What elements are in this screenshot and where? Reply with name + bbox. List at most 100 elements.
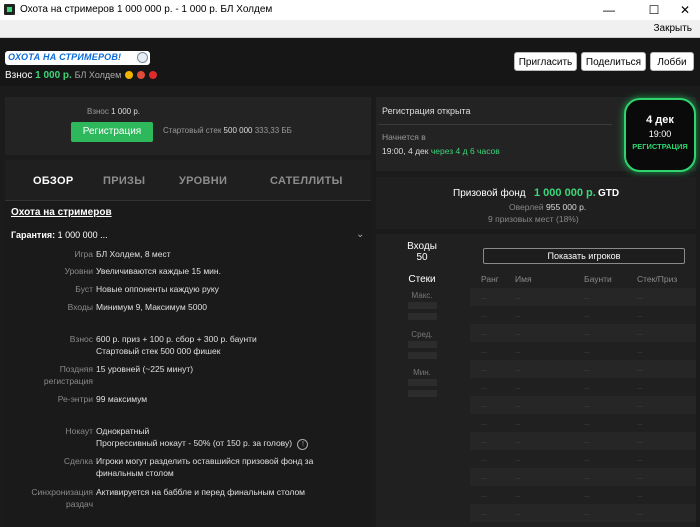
table-cell: ... [584, 294, 590, 301]
detail-value-boost: Новые оппоненты каждую руку [96, 284, 219, 294]
minimize-button[interactable]: — [594, 1, 624, 19]
table-cell: ... [481, 420, 487, 427]
table-cell: ... [584, 420, 590, 427]
invite-button[interactable]: Пригласить [514, 52, 577, 71]
entries-block: Входы 50 [376, 241, 468, 263]
window-title: Охота на стримеров 1 000 000 р. - 1 000 … [20, 4, 273, 15]
table-row: ............ [470, 342, 696, 360]
col-bounty[interactable]: Баунти [584, 274, 612, 284]
table-cell: ... [481, 294, 487, 301]
detail-value-fee-stack: Стартовый стек 500 000 фишек [96, 346, 221, 356]
table-cell: ... [637, 402, 643, 409]
tab-overview[interactable]: ОБЗОР [33, 175, 73, 187]
table-cell: ... [637, 474, 643, 481]
detail-key-entries: Входы [67, 302, 93, 312]
table-cell: ... [515, 348, 521, 355]
badge-label: РЕГИСТРАЦИЯ [632, 142, 688, 151]
guarantee-value: 1 000 000 ... [57, 230, 108, 240]
close-link[interactable]: Закрыть [653, 23, 692, 34]
register-button[interactable]: Регистрация [71, 122, 153, 142]
table-cell: ... [481, 348, 487, 355]
start-relative: через 4 д 6 часов [430, 146, 500, 156]
table-cell: ... [481, 312, 487, 319]
table-cell: ... [584, 366, 590, 373]
detail-key-fee: Взнос [69, 334, 93, 344]
stack-bb: 333,33 ББ [254, 126, 292, 135]
detail-value-reentry: 99 максимум [96, 394, 148, 404]
close-window-button[interactable]: ✕ [670, 1, 700, 19]
stack-min-bar-2 [408, 390, 437, 397]
starting-stack: Стартовый стек 500 000 333,33 ББ [163, 126, 292, 135]
detail-key-sync-2: раздач [66, 499, 93, 509]
tab-satellites[interactable]: САТЕЛЛИТЫ [270, 175, 343, 187]
table-row: ............ [470, 450, 696, 468]
table-cell: ... [637, 384, 643, 391]
detail-key-deal: Сделка [63, 456, 93, 466]
col-name[interactable]: Имя [515, 274, 532, 284]
table-cell: ... [584, 510, 590, 517]
table-cell: ... [515, 366, 521, 373]
badge-time: 19:00 [648, 129, 672, 139]
table-row: ............ [470, 468, 696, 486]
table-cell: ... [584, 474, 590, 481]
entries-value: 50 [416, 252, 428, 263]
detail-key-boost: Буст [75, 284, 93, 294]
registration-panel: Взнос 1 000 р. Регистрация Стартовый сте… [5, 97, 371, 155]
chevron-down-icon[interactable]: ⌄ [356, 229, 364, 240]
prize-amount: 1 000 000 р. [534, 187, 596, 199]
status-divider [378, 124, 612, 125]
col-rank[interactable]: Ранг [481, 274, 499, 284]
registration-badge[interactable]: 4 дек 19:00 РЕГИСТРАЦИЯ [624, 98, 696, 172]
table-cell: ... [584, 402, 590, 409]
table-row: ............ [470, 486, 696, 504]
buyin-label: Взнос [5, 70, 33, 81]
starts-label: Начнется в [382, 132, 426, 142]
tab-levels[interactable]: УРОВНИ [179, 175, 227, 187]
table-cell: ... [481, 402, 487, 409]
window-titlebar: Охота на стримеров 1 000 000 р. - 1 000 … [0, 0, 700, 20]
table-cell: ... [584, 312, 590, 319]
stack-label: Стартовый стек [163, 126, 222, 135]
turbo-chip-icon [148, 71, 157, 79]
tab-prizes[interactable]: ПРИЗЫ [103, 175, 145, 187]
detail-value-deal-2: финальным столом [96, 468, 174, 478]
table-cell: ... [584, 492, 590, 499]
logo-text: ОХОТА НА СТРИМЕРОВ! [8, 52, 122, 62]
table-row: ............ [470, 288, 696, 306]
table-cell: ... [481, 330, 487, 337]
detail-value-knockout-text: Прогрессивный нокаут - 50% (от 150 р. за… [96, 438, 293, 448]
buyin-summary: Взнос 1 000 р. БЛ Холдем [5, 70, 157, 81]
menubar: Закрыть [0, 20, 700, 38]
table-row: ............ [470, 324, 696, 342]
guarantee-row[interactable]: Гарантия: 1 000 000 ... [11, 230, 108, 240]
table-row: ............ [470, 396, 696, 414]
entries-label: Входы [407, 241, 437, 252]
table-cell: ... [481, 474, 487, 481]
overview-title: Охота на стримеров [11, 207, 112, 218]
detail-key-late-reg-2: регистрация [43, 376, 93, 386]
prize-gtd: GTD [598, 188, 620, 199]
table-cell: ... [637, 510, 643, 517]
tournament-logo: ОХОТА НА СТРИМЕРОВ! [5, 51, 150, 65]
table-row: ............ [470, 306, 696, 324]
share-button[interactable]: Поделиться [581, 52, 646, 71]
overlay-value: 955 000 р. [546, 202, 587, 212]
col-stack-prize[interactable]: Стек/Приз [637, 274, 677, 284]
detail-key-sync: Синхронизация [31, 487, 93, 497]
detail-value-fee: 600 р. приз + 100 р. сбор + 300 р. баунт… [96, 334, 257, 344]
table-cell: ... [637, 330, 643, 337]
maximize-button[interactable]: ☐ [639, 1, 669, 19]
show-players-button[interactable]: Показать игроков [483, 248, 685, 264]
start-time-line: 19:00, 4 дек через 4 д 6 часов [382, 146, 500, 156]
table-cell: ... [515, 330, 521, 337]
stacks-label: Стеки [408, 274, 436, 285]
lobby-button[interactable]: Лобби [650, 52, 694, 71]
table-cell: ... [637, 492, 643, 499]
info-icon[interactable]: ! [297, 439, 309, 450]
table-row: ............ [470, 378, 696, 396]
table-cell: ... [515, 456, 521, 463]
knockout-chip-icon [136, 71, 145, 79]
table-cell: ... [515, 294, 521, 301]
table-cell: ... [515, 384, 521, 391]
detail-value-game: БЛ Холдем, 8 мест [96, 249, 171, 259]
